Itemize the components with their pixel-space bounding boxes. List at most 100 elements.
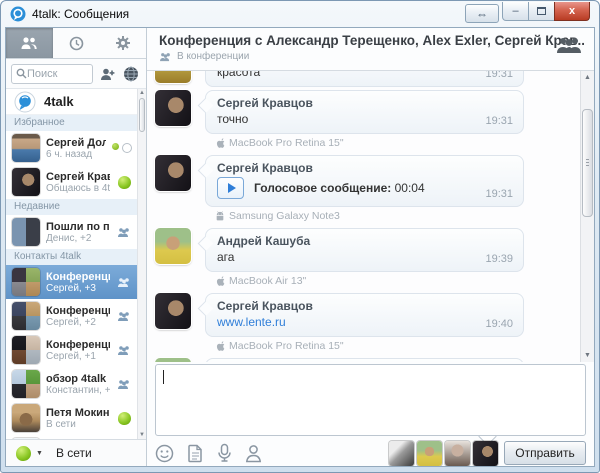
status-label: В сети <box>56 446 92 460</box>
message-row: Сергей Кравцов www.lente.ru 19:40 MacBoo… <box>155 293 572 355</box>
contact-status: Общаюсь в 4talk <box>46 183 110 194</box>
contact-row[interactable]: Пошли по пиву! Денис, +2 <box>6 215 137 249</box>
message-input-box[interactable] <box>155 364 586 436</box>
status-bar[interactable]: ▼ В сети <box>6 439 146 466</box>
compact-mode-button[interactable]: ⇔ <box>465 4 499 23</box>
message-sender: Сергей Кравцов <box>217 161 467 175</box>
emoji-icon[interactable] <box>155 444 174 463</box>
voice-duration: 00:04 <box>395 181 425 195</box>
contact-person-icon[interactable] <box>245 444 262 463</box>
contact-row[interactable]: Конференция ... Сергей, +2 <box>6 299 137 333</box>
send-button[interactable]: Отправить <box>504 441 586 465</box>
minimize-button[interactable]: – <box>502 2 529 21</box>
participant-avatar[interactable] <box>389 441 414 466</box>
scroll-up-icon[interactable]: ▲ <box>138 90 146 96</box>
tab-settings[interactable] <box>99 28 146 58</box>
contact-row[interactable]: Сергей Галезд... В сети <box>6 435 137 439</box>
avatar <box>12 404 40 432</box>
contact-row-selected[interactable]: Конференция ... Сергей, +3 <box>6 265 137 299</box>
avatar <box>12 370 40 398</box>
contact-row[interactable]: обзор 4talk Константин, +3 <box>6 367 137 401</box>
apple-icon <box>215 275 225 287</box>
message-sender: Андрей Кашуба <box>217 234 467 248</box>
section-contacts-4talk: Контакты 4talk <box>6 249 137 265</box>
contact-row[interactable]: Петя Мокин В сети <box>6 401 137 435</box>
contact-name: Конференция ... <box>46 339 110 351</box>
contact-row[interactable]: Сергей Доля 6 ч. назад <box>6 131 137 165</box>
message-row: Андрей Кашуба ага 19:39 MacBook Air 13" <box>155 228 572 290</box>
voice-message-label: Голосовое сообщение: <box>254 181 391 195</box>
search-row <box>6 59 146 89</box>
participant-avatar[interactable] <box>473 441 498 466</box>
avatar <box>12 218 40 246</box>
section-favorites: Избранное <box>6 115 137 131</box>
tab-contacts[interactable] <box>6 28 53 58</box>
scrollbar-thumb[interactable] <box>582 109 593 217</box>
titlebar[interactable]: 4talk: Сообщения ⇔ – x <box>1 1 599 27</box>
message-list: красота 19:31 Сергей Кравцов <box>147 71 594 362</box>
message-time: 19:39 <box>485 253 513 265</box>
message-row: Сергей Кравцов Голосовое сообщение: 00:0… <box>155 155 572 225</box>
sidebar-scrollbar[interactable]: ▲ ▼ <box>137 89 146 439</box>
search-icon <box>16 68 27 79</box>
sidebar: 4talk Избранное Сергей Доля 6 ч. назад <box>6 28 147 466</box>
message-bubble: красота 19:31 <box>205 71 524 87</box>
maximize-button[interactable] <box>529 2 554 21</box>
scroll-up-icon[interactable]: ▲ <box>581 74 594 81</box>
play-voice-button[interactable] <box>217 177 244 199</box>
window-title: 4talk: Сообщения <box>32 7 129 21</box>
message-input[interactable] <box>156 365 585 435</box>
add-contact-icon <box>99 67 116 81</box>
avatar <box>12 168 40 196</box>
maximize-icon <box>537 7 546 15</box>
message-text: красота <box>217 71 467 79</box>
contact-row[interactable]: Сергей Кравцов Общаюсь в 4talk <box>6 165 137 199</box>
scrollbar-grip <box>586 159 589 168</box>
group-members-icon[interactable] <box>556 36 582 54</box>
status-caret-icon[interactable]: ▼ <box>36 450 43 457</box>
scroll-down-icon[interactable]: ▼ <box>581 352 594 359</box>
contact-status: Сергей, +3 <box>46 283 110 294</box>
close-button[interactable]: x <box>554 2 590 21</box>
device-label: MacBook Pro Retina 15" <box>229 137 344 149</box>
voice-record-icon[interactable] <box>217 443 232 463</box>
message-link[interactable]: www.lente.ru <box>217 315 286 329</box>
contact-name: Конференция ... <box>46 271 110 283</box>
message-time: 19:40 <box>485 318 513 330</box>
search-input[interactable] <box>27 68 85 80</box>
avatar <box>12 268 40 296</box>
scrollbar-thumb[interactable] <box>139 98 145 132</box>
conference-icon <box>116 277 132 288</box>
contact-status: Денис, +2 <box>46 233 110 244</box>
tab-history[interactable] <box>53 28 100 58</box>
participant-avatar[interactable] <box>445 441 470 466</box>
avatar <box>12 134 40 162</box>
brand-name: 4talk <box>44 94 74 109</box>
contact-row[interactable]: Конференция ... Сергей, +1 <box>6 333 137 367</box>
online-status-icon <box>116 176 132 189</box>
conference-icon <box>116 345 132 356</box>
avatar <box>12 438 40 439</box>
add-contact-button[interactable] <box>97 64 117 84</box>
settings-gear-icon <box>115 35 131 51</box>
network-globe-button[interactable] <box>121 64 141 84</box>
messages-scrollbar[interactable]: ▲ ▼ <box>580 71 594 362</box>
conference-people-icon <box>159 52 172 62</box>
app-window: 4talk: Сообщения ⇔ – x <box>0 0 600 473</box>
contacts-people-icon <box>20 36 38 50</box>
participants-strip <box>389 441 498 466</box>
participant-avatar[interactable] <box>417 441 442 466</box>
attach-file-icon[interactable] <box>187 444 204 463</box>
apple-icon <box>215 137 225 149</box>
conference-icon <box>116 379 132 390</box>
contact-status: Сергей, +1 <box>46 351 110 362</box>
online-status-blob-icon <box>16 446 31 461</box>
avatar <box>12 302 40 330</box>
search-box[interactable] <box>11 64 93 84</box>
brand-row-4talk[interactable]: 4talk <box>6 89 137 115</box>
avatar <box>155 155 191 191</box>
message-bubble: Сергей Кравцов точно 19:31 <box>205 90 524 134</box>
android-icon <box>215 210 225 222</box>
scroll-down-icon[interactable]: ▼ <box>138 432 146 438</box>
apple-icon <box>215 340 225 352</box>
